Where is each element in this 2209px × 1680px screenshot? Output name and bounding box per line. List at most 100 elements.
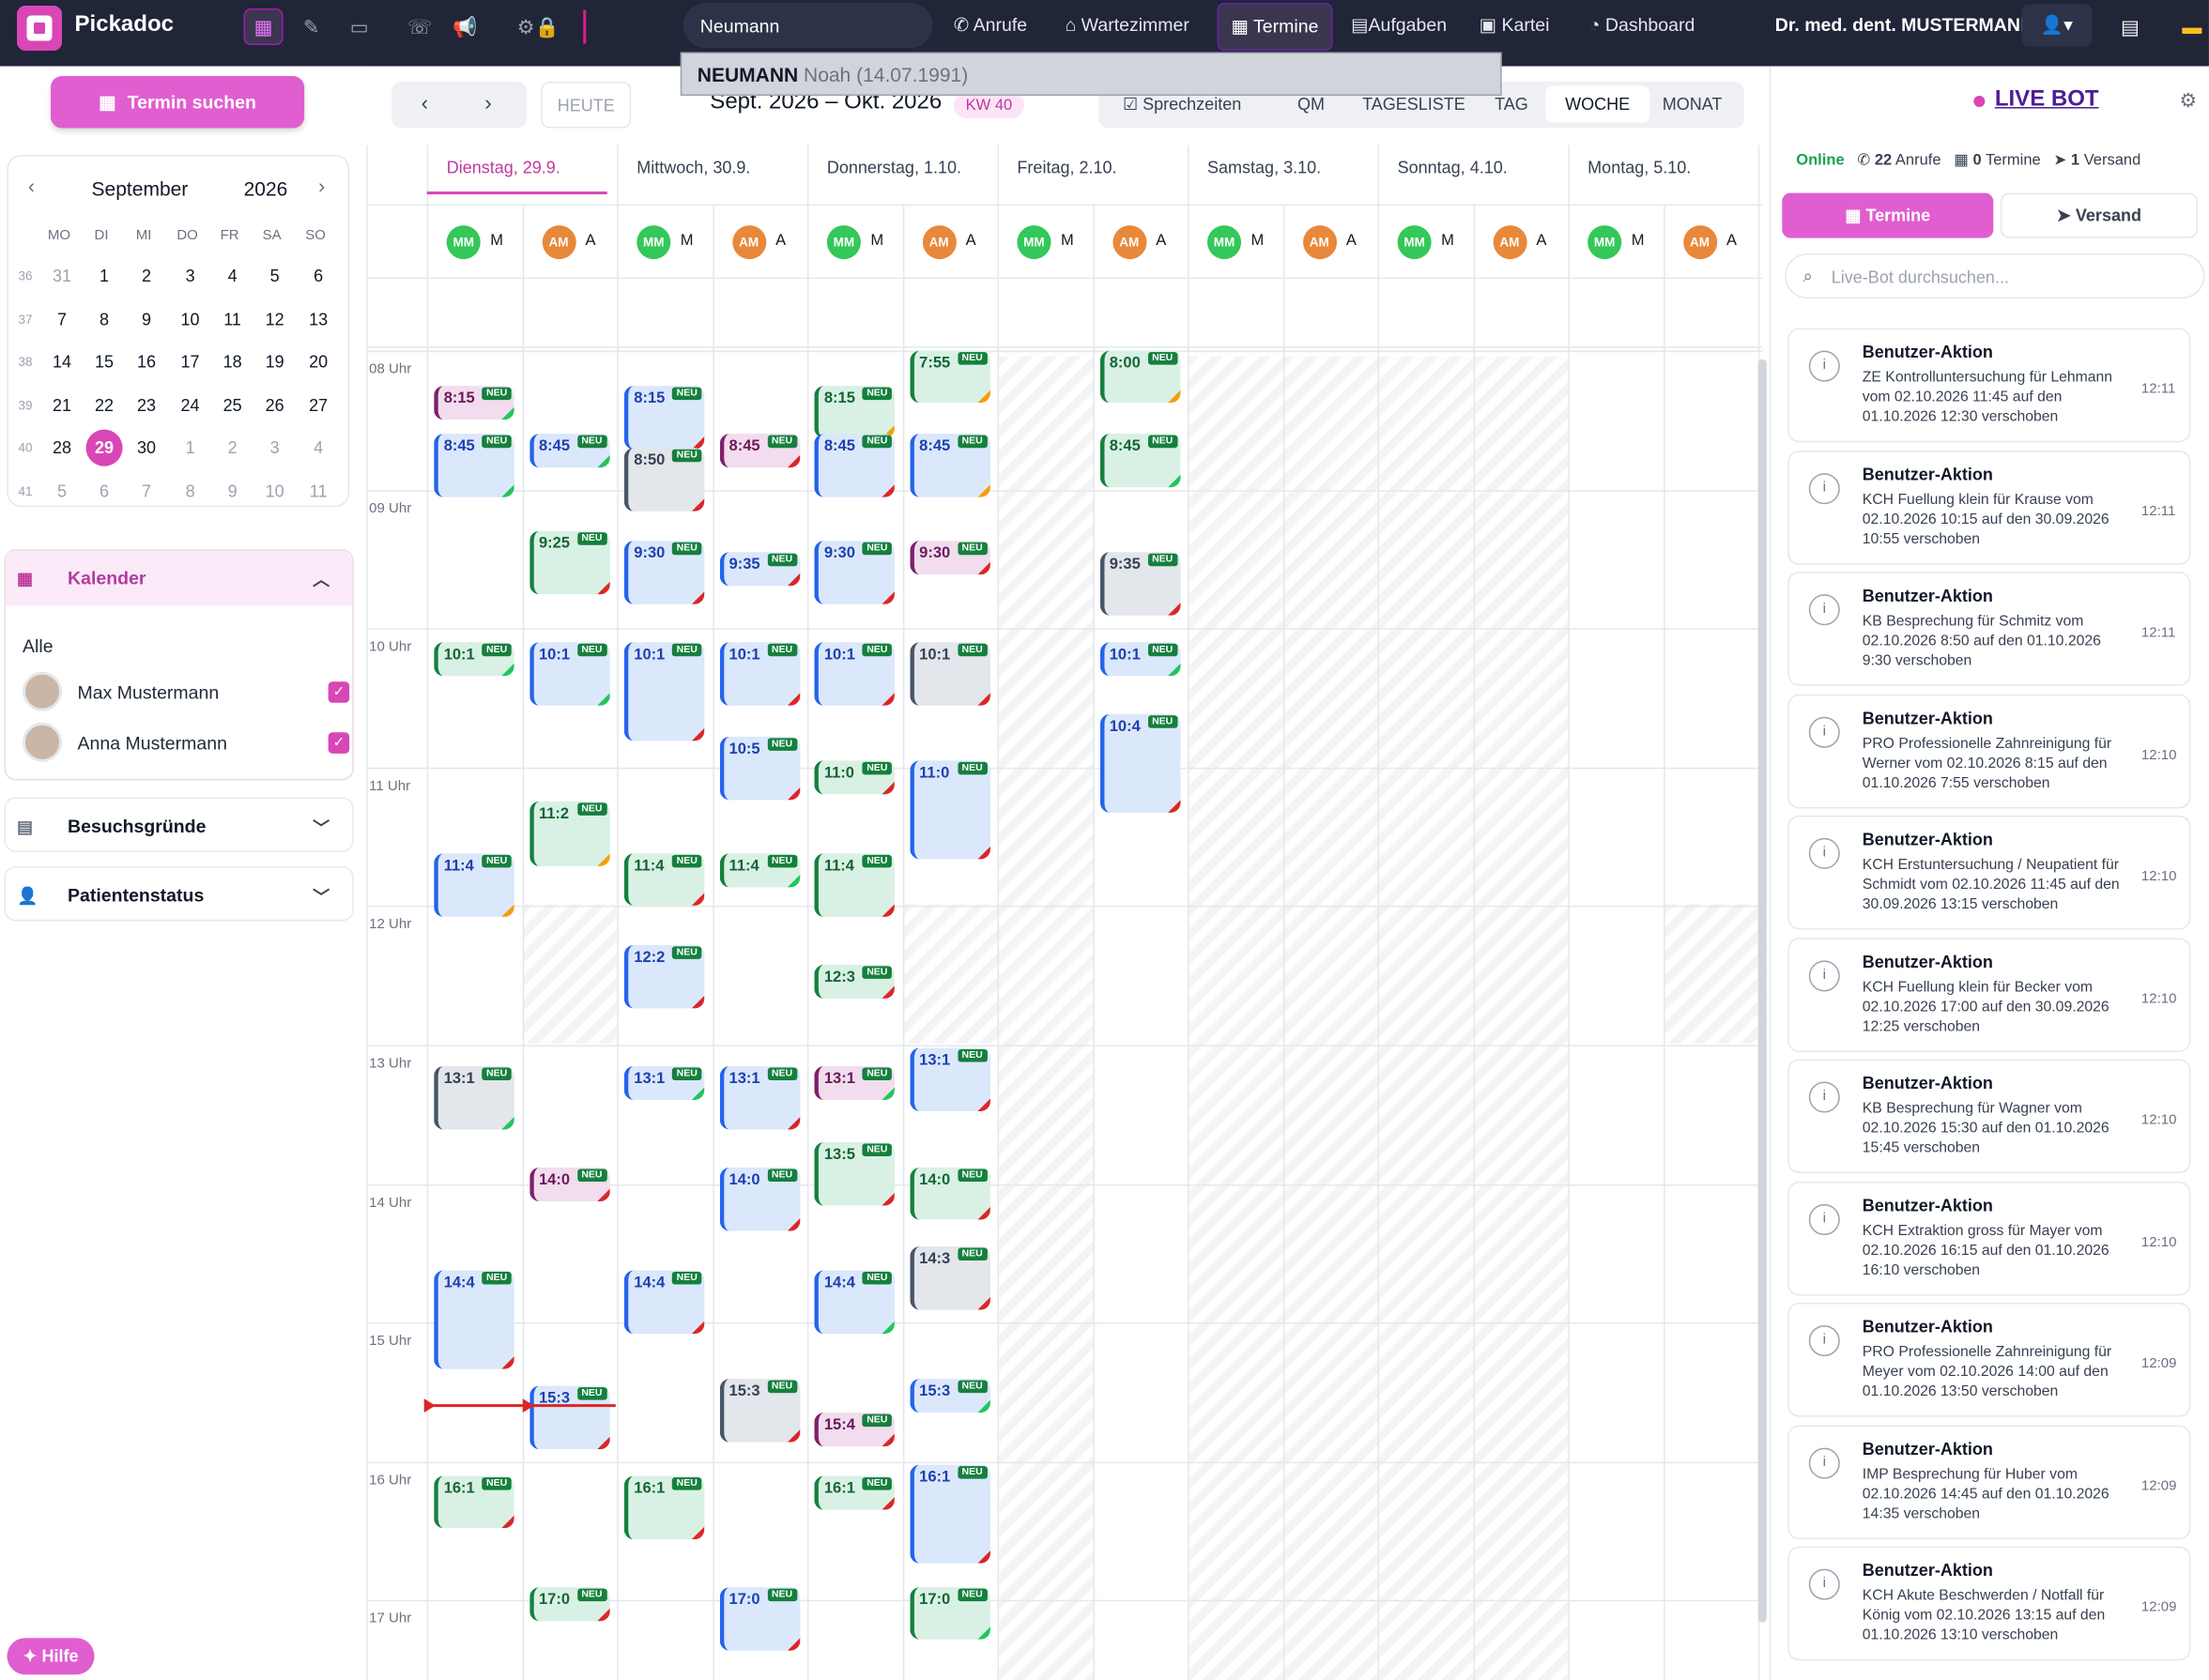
appointment[interactable]: 15:3 NEU: [909, 1378, 990, 1413]
minical-day[interactable]: 2: [129, 258, 165, 295]
gear-icon[interactable]: ⚙: [2179, 89, 2197, 114]
day-header[interactable]: Sonntag, 4.10.: [1398, 158, 1508, 177]
appointment[interactable]: 17:0 NEU: [909, 1586, 990, 1640]
today-button[interactable]: HEUTE: [541, 82, 632, 129]
appointment[interactable]: 11:4 NEU: [434, 853, 514, 918]
nav-aufgaben[interactable]: ▤Aufgaben: [1351, 14, 1447, 37]
day-header[interactable]: Montag, 5.10.: [1588, 158, 1691, 177]
minical-year[interactable]: 2026: [244, 177, 288, 200]
tab-termine[interactable]: ▦ Termine: [1782, 192, 1994, 238]
resource-avatar[interactable]: AM: [1302, 225, 1337, 260]
minical-month[interactable]: September: [92, 177, 189, 200]
minical-day[interactable]: 19: [256, 344, 293, 380]
resource-avatar[interactable]: MM: [826, 225, 861, 260]
video-icon[interactable]: ▭: [340, 8, 379, 45]
minical-day[interactable]: 5: [256, 258, 293, 295]
appointment[interactable]: 8:45 NEU: [529, 434, 610, 468]
clipboard-icon[interactable]: ▤: [2110, 8, 2150, 45]
live-bot-entry[interactable]: i Benutzer-Aktion KCH Akute Beschwerden / …: [1787, 1546, 2191, 1661]
minical-day[interactable]: 2: [214, 430, 251, 466]
live-bot-search-input[interactable]: ⌕ Live-Bot durchsuchen...: [1785, 253, 2205, 299]
minical-day[interactable]: 28: [44, 430, 81, 466]
appointment[interactable]: 10:1 NEU: [814, 642, 895, 707]
appointment[interactable]: 11:2 NEU: [529, 802, 610, 866]
nav-dashboard[interactable]: ◔ Dashboard: [1589, 14, 1695, 36]
besuchsgruende-panel[interactable]: ▤ Besuchsgründe ﹀: [4, 797, 354, 852]
appointment[interactable]: 10:1 NEU: [909, 642, 990, 707]
minical-day[interactable]: 23: [129, 387, 165, 423]
appointment[interactable]: 8:45 NEU: [909, 434, 990, 498]
appointment[interactable]: 10:1 NEU: [529, 642, 610, 707]
appointment[interactable]: 11:0 NEU: [814, 760, 895, 795]
appointment[interactable]: 17:0 NEU: [529, 1586, 610, 1621]
appointment[interactable]: 11:0 NEU: [909, 760, 990, 860]
resource-avatar[interactable]: AM: [922, 225, 957, 260]
appointment[interactable]: 8:45 NEU: [719, 434, 800, 468]
kalender-person-max[interactable]: Max Mustermann ✓: [23, 671, 350, 711]
appointment[interactable]: 13:1 NEU: [814, 1065, 895, 1100]
tab-woche[interactable]: WOCHE: [1545, 85, 1650, 123]
live-bot-entry[interactable]: i Benutzer-Aktion KB Besprechung für Schmi…: [1787, 572, 2191, 686]
appointment[interactable]: 17:0 NEU: [719, 1586, 800, 1651]
live-bot-entry[interactable]: i Benutzer-Aktion KCH Extraktion gross für…: [1787, 1181, 2191, 1295]
calendar-icon[interactable]: ▦: [243, 8, 284, 46]
appointment[interactable]: 16:1 NEU: [434, 1475, 514, 1529]
appointment[interactable]: 15:3 NEU: [529, 1384, 610, 1449]
appointment[interactable]: 14:0 NEU: [529, 1167, 610, 1201]
appointment[interactable]: 14:4 NEU: [434, 1270, 514, 1369]
minical-day[interactable]: 24: [172, 387, 208, 423]
appointment[interactable]: 9:35 NEU: [719, 552, 800, 587]
appointment[interactable]: 13:1 NEU: [434, 1065, 514, 1130]
minical-day[interactable]: 20: [300, 344, 337, 380]
appointment[interactable]: 14:4 NEU: [814, 1270, 895, 1335]
live-bot-entry[interactable]: i Benutzer-Aktion KCH Fuellung klein für K…: [1787, 450, 2191, 564]
next-week-icon[interactable]: ›: [484, 92, 492, 116]
minical-day[interactable]: 11: [214, 300, 251, 337]
appointment[interactable]: 9:30 NEU: [814, 541, 895, 605]
appointment[interactable]: 13:5 NEU: [814, 1142, 895, 1206]
german-flag-icon[interactable]: ▬: [2175, 8, 2209, 45]
day-header[interactable]: Dienstag, 29.9.: [447, 158, 560, 177]
minical-day[interactable]: 7: [44, 300, 81, 337]
appointment[interactable]: 10:1 NEU: [434, 642, 514, 677]
minical-day[interactable]: 16: [129, 344, 165, 380]
next-month-icon[interactable]: ›: [318, 175, 325, 197]
prev-week-icon[interactable]: ‹: [422, 92, 429, 116]
resource-avatar[interactable]: AM: [731, 225, 766, 260]
vertical-scrollbar[interactable]: [1757, 359, 1767, 1623]
live-bot-title[interactable]: LIVE BOT: [1995, 87, 2099, 113]
appointment[interactable]: 8:45 NEU: [434, 434, 514, 498]
patientenstatus-panel[interactable]: 👤 Patientenstatus ﹀: [4, 865, 354, 923]
appointment[interactable]: 14:3 NEU: [909, 1245, 990, 1310]
live-bot-entry[interactable]: i Benutzer-Aktion ZE Kontrolluntersuchung …: [1787, 328, 2191, 443]
search-suggestion[interactable]: NEUMANN Noah (14.07.1991): [680, 52, 1502, 97]
minical-day[interactable]: 25: [214, 387, 251, 423]
minical-day[interactable]: 4: [214, 258, 251, 295]
live-bot-entry[interactable]: i Benutzer-Aktion IMP Besprechung für Hube…: [1787, 1424, 2191, 1539]
pickadoc-logo[interactable]: [17, 6, 63, 52]
resource-avatar[interactable]: AM: [541, 225, 575, 260]
patientenstatus-header[interactable]: 👤 Patientenstatus ﹀: [6, 867, 352, 923]
kalender-header[interactable]: ▦ Kalender ︿: [6, 550, 353, 606]
minical-day[interactable]: 31: [44, 258, 81, 295]
appointment[interactable]: 16:1 NEU: [814, 1475, 895, 1510]
minical-day[interactable]: 1: [172, 430, 208, 466]
live-bot-entry[interactable]: i Benutzer-Aktion PRO Professionelle Zahnr…: [1787, 694, 2191, 808]
resource-avatar[interactable]: MM: [1397, 225, 1432, 260]
minical-day[interactable]: 1: [86, 258, 123, 295]
appointment[interactable]: 7:55 NEU: [909, 350, 990, 404]
day-header[interactable]: Donnerstag, 1.10.: [827, 158, 961, 177]
live-bot-entry[interactable]: i Benutzer-Aktion KCH Fuellung klein für B…: [1787, 937, 2191, 1052]
resource-avatar[interactable]: AM: [1492, 225, 1526, 260]
appointment[interactable]: 8:15 NEU: [814, 385, 895, 438]
minical-day[interactable]: 6: [300, 258, 337, 295]
appointment[interactable]: 12:3 NEU: [814, 964, 895, 999]
minical-day[interactable]: 3: [172, 258, 208, 295]
checkbox-checked[interactable]: ✓: [328, 680, 350, 703]
live-bot-entry[interactable]: i Benutzer-Aktion KCH Erstuntersuchung / N…: [1787, 815, 2191, 930]
appointment[interactable]: 9:35 NEU: [1099, 552, 1180, 617]
kalender-person-anna[interactable]: Anna Mustermann ✓: [23, 722, 350, 762]
appointment[interactable]: 10:1 NEU: [623, 642, 705, 741]
prev-month-icon[interactable]: ‹: [28, 175, 35, 197]
bot-lock-icon[interactable]: ⚙🔒: [510, 8, 566, 45]
